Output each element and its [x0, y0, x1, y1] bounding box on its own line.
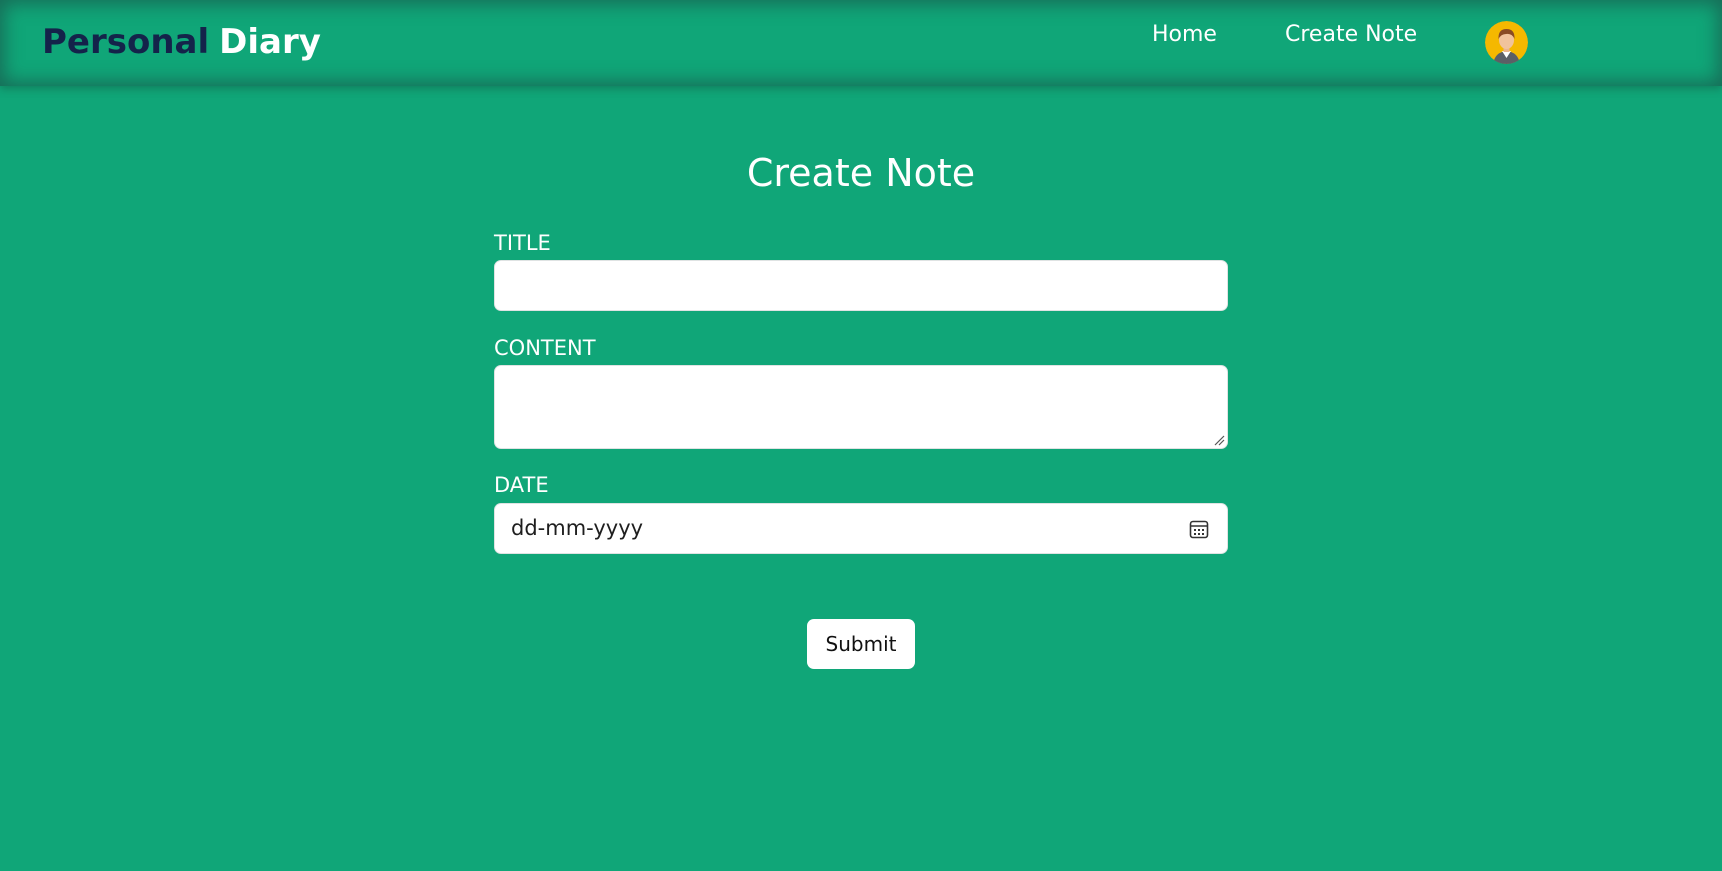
title-input[interactable] [494, 260, 1228, 311]
submit-button[interactable]: Submit [807, 619, 915, 669]
brand-part-diary: Diary [219, 22, 321, 62]
title-label: TITLE [494, 231, 551, 255]
brand-logo[interactable]: Personal Diary [42, 22, 321, 62]
nav-link-home[interactable]: Home [1152, 22, 1217, 47]
user-avatar-icon[interactable] [1485, 21, 1528, 64]
date-label: DATE [494, 473, 549, 497]
nav-link-create-note[interactable]: Create Note [1285, 22, 1417, 47]
page-title: Create Note [746, 151, 976, 195]
brand-part-personal: Personal [42, 22, 210, 62]
calendar-icon[interactable] [1189, 519, 1209, 539]
navbar: Personal Diary Home Create Note [0, 0, 1722, 86]
date-input[interactable]: dd-mm-yyyy [494, 503, 1228, 554]
date-placeholder: dd-mm-yyyy [511, 516, 644, 540]
resize-grip-icon[interactable] [1214, 435, 1225, 446]
content-textarea[interactable] [494, 365, 1228, 449]
content-label: CONTENT [494, 336, 596, 360]
